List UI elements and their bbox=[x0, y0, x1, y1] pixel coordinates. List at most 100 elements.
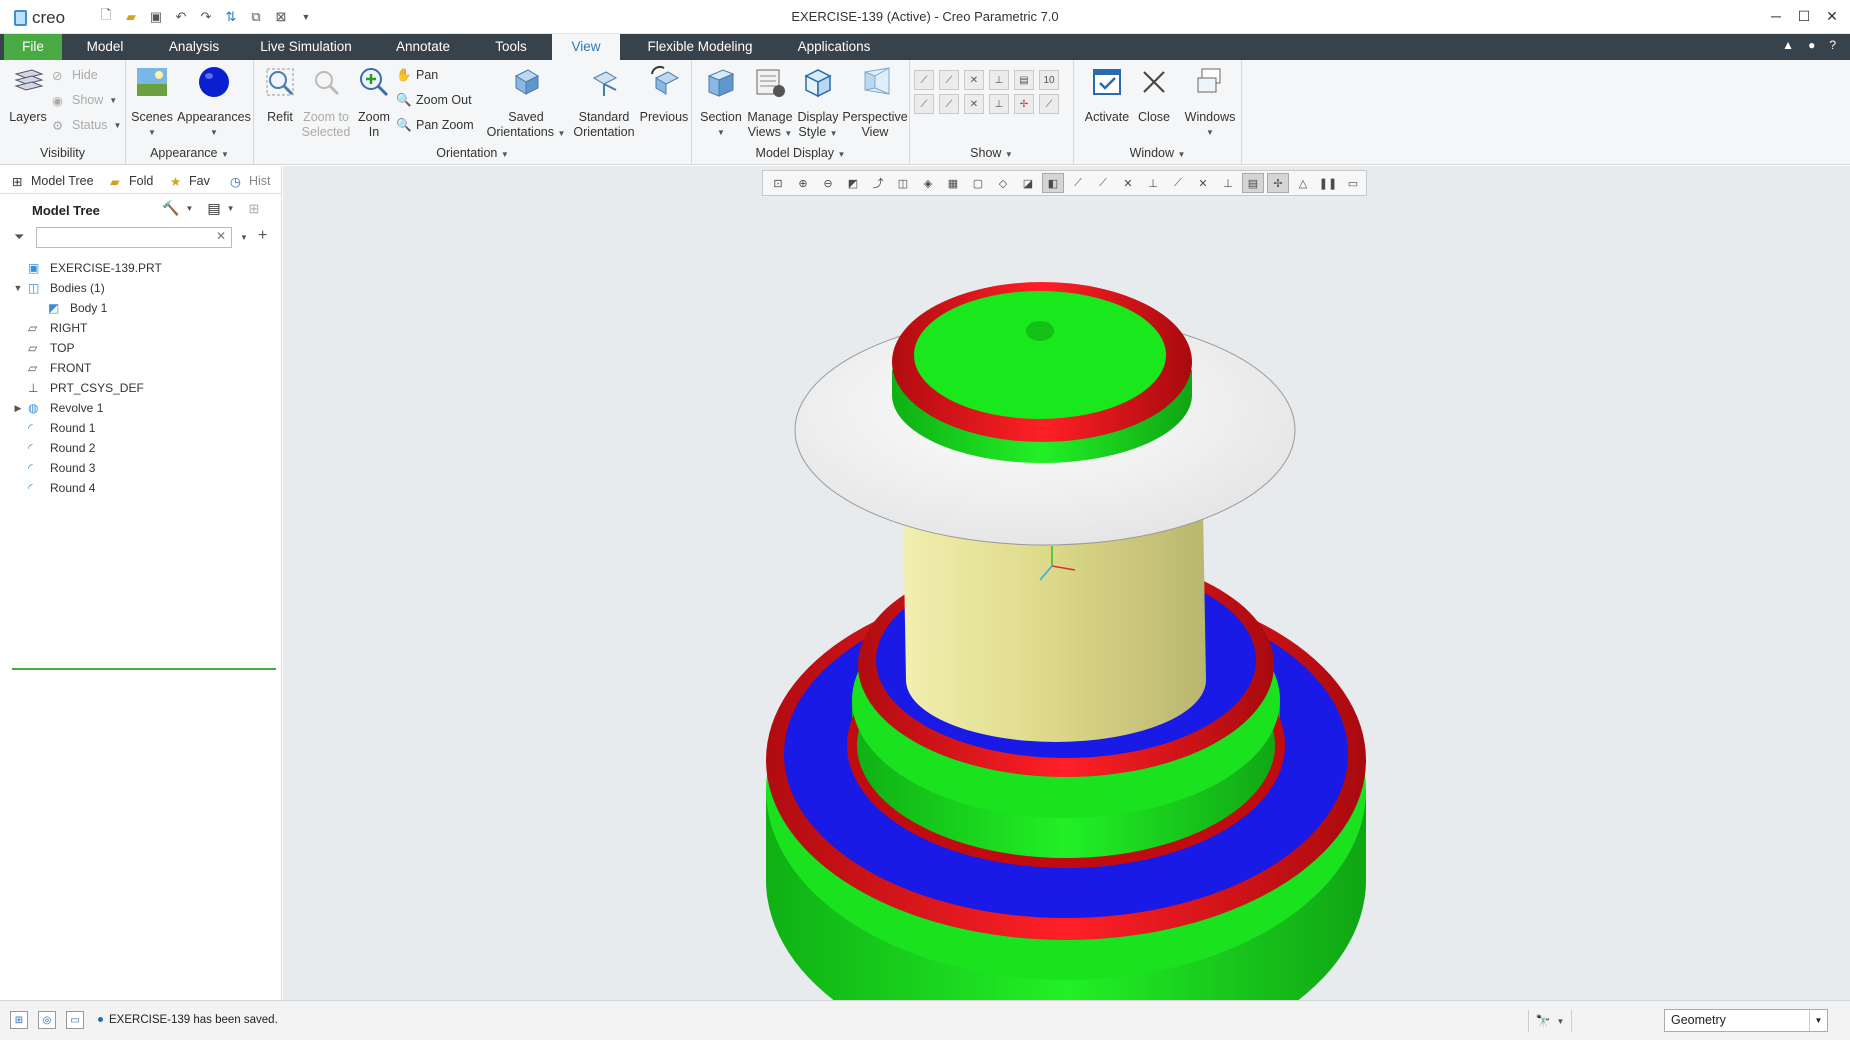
tree-item[interactable]: ◩ Body 1 bbox=[12, 298, 276, 318]
hide-button[interactable]: ⊘ Hide bbox=[52, 66, 98, 84]
tree-item[interactable]: ◜ Round 2 bbox=[12, 438, 276, 458]
search-dropdown-icon[interactable]: ▼ bbox=[240, 233, 248, 242]
zoom-out-label: Zoom Out bbox=[416, 93, 472, 107]
filter-icon[interactable]: ⏷ bbox=[14, 229, 24, 245]
graphics-window[interactable]: ⊡ ⊕ ⊖ ◩ ⤴ ◫ ◈ ▦ ▢ ◇ ◪ ◧ ⟋ ⟋ ✕ ⊥ ⟋ ✕ ⊥ ▤ … bbox=[283, 166, 1850, 1000]
appearances-button[interactable]: Appearances ▼ bbox=[176, 64, 252, 140]
tree-settings-dropdown-icon[interactable]: ▼ bbox=[185, 204, 193, 213]
toggle-navigator-icon[interactable]: ⊞ bbox=[10, 1011, 28, 1029]
minimize-ribbon-icon[interactable]: ▲ bbox=[1782, 38, 1794, 52]
tab-file[interactable]: File bbox=[4, 34, 62, 60]
manage-views-button[interactable]: Manage Views ▼ bbox=[744, 64, 796, 141]
tab-history[interactable]: ◷ Hist bbox=[230, 170, 278, 192]
show-button[interactable]: ◉ Show ▼ bbox=[52, 91, 117, 109]
zoom-in-button[interactable]: Zoom In bbox=[352, 64, 396, 140]
tab-analysis[interactable]: Analysis bbox=[160, 34, 228, 60]
csys-icon: ⊥ bbox=[28, 381, 39, 395]
tab-tools[interactable]: Tools bbox=[486, 34, 536, 60]
scenes-button[interactable]: Scenes ▼ bbox=[130, 64, 174, 140]
tree-settings-icon[interactable]: 🔨 bbox=[162, 200, 179, 217]
folder-icon: ▰ bbox=[110, 175, 120, 189]
pan-zoom-icon: 🔍 bbox=[396, 118, 412, 132]
tab-annotate[interactable]: Annotate bbox=[388, 34, 458, 60]
tree-item[interactable]: ◜ Round 1 bbox=[12, 418, 276, 438]
perspective-view-button[interactable]: Perspective View bbox=[840, 64, 910, 140]
top-cap-face bbox=[914, 291, 1166, 419]
expand-toggle-icon[interactable]: ▼ bbox=[12, 283, 24, 293]
appearance-group-label[interactable]: Appearance ▼ bbox=[126, 146, 253, 160]
tree-item[interactable]: ⊥ PRT_CSYS_DEF bbox=[12, 378, 276, 398]
status-button[interactable]: ⚙ Status ▼ bbox=[52, 116, 121, 134]
toggle-fullscreen-icon[interactable]: ▭ bbox=[66, 1011, 84, 1029]
tab-view[interactable]: View bbox=[552, 34, 620, 60]
axis-tag-display-icon[interactable]: ⟋ bbox=[939, 94, 959, 114]
pan-button[interactable]: ✋ Pan bbox=[396, 66, 438, 84]
tab-applications[interactable]: Applications bbox=[788, 34, 880, 60]
find-button[interactable]: 🔭 ▼ bbox=[1528, 1010, 1572, 1032]
tab-folder-browser[interactable]: ▰ Fold bbox=[110, 170, 156, 192]
activate-button[interactable]: Activate bbox=[1082, 64, 1132, 125]
previous-button[interactable]: Previous bbox=[636, 64, 692, 125]
refit-button[interactable]: Refit bbox=[258, 64, 302, 125]
navigator-panel: ⊞ Model Tree ▰ Fold ★ Fav ◷ Hist Model T… bbox=[0, 166, 282, 1000]
tree-item[interactable]: ▼ ◫ Bodies (1) bbox=[12, 278, 276, 298]
show-columns-icon[interactable]: ▤ bbox=[207, 200, 220, 217]
help-icon[interactable]: ? bbox=[1829, 38, 1836, 52]
point-display-icon[interactable]: ✕ bbox=[964, 70, 984, 90]
tag-display-icon[interactable]: ▤ bbox=[1014, 70, 1034, 90]
model-display-group-label[interactable]: Model Display ▼ bbox=[692, 146, 909, 160]
tab-favorites[interactable]: ★ Fav bbox=[170, 170, 216, 192]
tab-live-simulation[interactable]: Live Simulation bbox=[256, 34, 356, 60]
minimize-icon[interactable]: ─ bbox=[1766, 6, 1786, 26]
tree-item[interactable]: ▣ EXERCISE-139.PRT bbox=[12, 258, 276, 278]
tree-search-input[interactable] bbox=[36, 227, 232, 248]
notification-icon[interactable]: ● bbox=[1808, 38, 1815, 52]
show-dropdown-icon-tree[interactable]: ▼ bbox=[227, 204, 235, 213]
appearances-label: Appearances bbox=[177, 110, 251, 124]
plane-display-icon[interactable]: ⟋ bbox=[914, 70, 934, 90]
window-group-label[interactable]: Window ▼ bbox=[1074, 146, 1241, 160]
windows-button[interactable]: Windows ▼ bbox=[1182, 64, 1238, 140]
tree-item[interactable]: ▱ TOP bbox=[12, 338, 276, 358]
close-button[interactable]: Close bbox=[1132, 64, 1176, 125]
maximize-icon[interactable]: ☐ bbox=[1794, 6, 1814, 26]
layers-button[interactable]: Layers bbox=[6, 64, 50, 125]
tree-item-label: TOP bbox=[50, 341, 75, 355]
tree-filter-off-icon[interactable]: ⊞ bbox=[249, 201, 260, 217]
csys-display-icon[interactable]: ⊥ bbox=[989, 70, 1009, 90]
tree-item[interactable]: ▱ RIGHT bbox=[12, 318, 276, 338]
tree-item[interactable]: ▱ FRONT bbox=[12, 358, 276, 378]
tab-model-tree[interactable]: ⊞ Model Tree bbox=[12, 170, 104, 192]
display-style-button[interactable]: Display Style ▼ bbox=[794, 64, 842, 141]
part-model-render[interactable] bbox=[283, 166, 1850, 1000]
tree-item[interactable]: ◜ Round 4 bbox=[12, 478, 276, 498]
zoom-to-selected-label-1: Zoom to bbox=[303, 110, 349, 124]
insert-here-marker[interactable] bbox=[12, 668, 276, 670]
selection-filter-dropdown[interactable]: Geometry ▼ bbox=[1664, 1009, 1828, 1032]
tab-flexible-modeling[interactable]: Flexible Modeling bbox=[640, 34, 760, 60]
spin-center-display-icon[interactable]: ✢ bbox=[1014, 94, 1034, 114]
section-button[interactable]: Section ▼ bbox=[696, 64, 746, 140]
pan-zoom-button[interactable]: 🔍 Pan Zoom bbox=[396, 116, 474, 134]
axis-display-icon[interactable]: ⟋ bbox=[939, 70, 959, 90]
orientation-group-label[interactable]: Orientation ▼ bbox=[254, 146, 691, 160]
zoom-to-selected-button[interactable]: Zoom to Selected bbox=[298, 64, 354, 140]
saved-orientations-button[interactable]: Saved Orientations ▼ bbox=[486, 64, 566, 141]
point-tag-display-icon[interactable]: ✕ bbox=[964, 94, 984, 114]
add-icon[interactable]: + bbox=[258, 227, 267, 245]
clear-search-icon[interactable]: ✕ bbox=[216, 229, 226, 243]
annotation-display-icon[interactable]: 10 bbox=[1039, 70, 1059, 90]
tree-item[interactable]: ◜ Round 3 bbox=[12, 458, 276, 478]
standard-orientation-button[interactable]: Standard Orientation bbox=[566, 64, 642, 140]
tree-item[interactable]: ▶ ◍ Revolve 1 bbox=[12, 398, 276, 418]
appearances-icon bbox=[199, 67, 229, 97]
close-icon[interactable]: ✕ bbox=[1822, 6, 1842, 26]
show-group-label[interactable]: Show ▼ bbox=[910, 146, 1073, 160]
expand-toggle-icon[interactable]: ▶ bbox=[12, 403, 24, 414]
zoom-out-button[interactable]: 🔍 Zoom Out bbox=[396, 91, 472, 109]
plane-tag-display-icon[interactable]: ⟋ bbox=[914, 94, 934, 114]
csys-tag-display-icon[interactable]: ⊥ bbox=[989, 94, 1009, 114]
tab-model[interactable]: Model bbox=[74, 34, 136, 60]
toggle-browser-icon[interactable]: ◎ bbox=[38, 1011, 56, 1029]
more-display-icon[interactable]: ⟋ bbox=[1039, 94, 1059, 114]
